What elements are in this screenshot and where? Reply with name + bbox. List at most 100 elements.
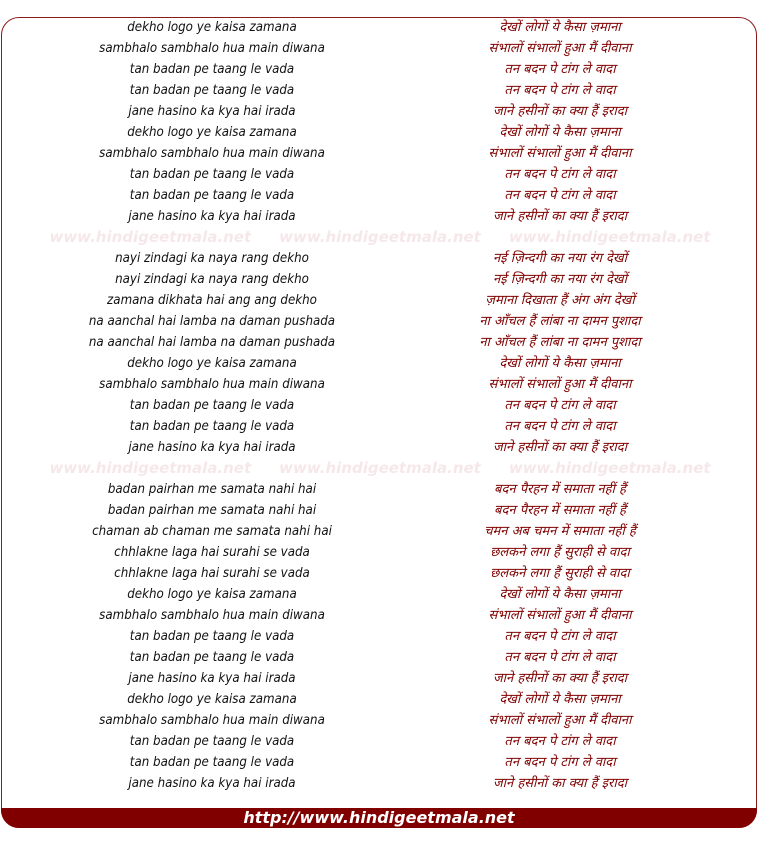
lyric-english: tan badan pe taang le vada — [129, 649, 295, 665]
watermark-item: www.hindigeetmala.net — [508, 228, 711, 246]
watermark-row: www.hindigeetmala.net www.hindigeetmala.n… — [0, 458, 760, 479]
lyric-english: dekho logo ye kaisa zamana — [127, 19, 297, 35]
lyric-line: badan pairhan me samata nahi hai बदन पैरह… — [0, 500, 760, 521]
lyric-line: zamana dikhata hai ang ang dekho ज़माना द… — [0, 290, 760, 311]
lyric-english: sambhalo sambhalo hua main diwana — [99, 376, 325, 392]
lyric-english: na aanchal hai lamba na daman pushada — [88, 334, 336, 350]
lyric-hindi: देखों लोगों ये कैसा ज़माना — [499, 356, 621, 371]
lyric-hindi: देखों लोगों ये कैसा ज़माना — [499, 20, 621, 35]
lyric-hindi: चमन अब चमन में समाता नहीं हैं — [484, 524, 636, 539]
lyric-line: jane hasino ka kya hai irada जाने हसीनों … — [0, 437, 760, 458]
lyric-line: tan badan pe taang le vada तन बदन पे टांग… — [0, 416, 760, 437]
lyric-hindi: तन बदन पे टांग ले वादा — [504, 650, 616, 665]
lyric-line: dekho logo ye kaisa zamana देखों लोगों ये… — [0, 689, 760, 710]
lyric-line: badan pairhan me samata nahi hai बदन पैरह… — [0, 479, 760, 500]
lyric-english: tan badan pe taang le vada — [129, 733, 295, 749]
footer-url-link[interactable]: http://www.hindigeetmala.net — [243, 808, 514, 827]
lyric-hindi: ना आँचल हैं लांबा ना दामन पुशादा — [479, 335, 641, 350]
lyric-line: na aanchal hai lamba na daman pushada ना … — [0, 311, 760, 332]
lyric-hindi: तन बदन पे टांग ले वादा — [504, 62, 616, 77]
lyric-hindi: तन बदन पे टांग ले वादा — [504, 419, 616, 434]
lyric-line: nayi zindagi ka naya rang dekho नई ज़िन्द… — [0, 269, 760, 290]
lyric-english: dekho logo ye kaisa zamana — [127, 355, 297, 371]
lyric-english: nayi zindagi ka naya rang dekho — [115, 250, 309, 266]
lyric-line: sambhalo sambhalo hua main diwana संभालों… — [0, 605, 760, 626]
lyric-english: jane hasino ka kya hai irada — [128, 439, 296, 455]
lyric-line: jane hasino ka kya hai irada जाने हसीनों … — [0, 668, 760, 689]
lyric-line: nayi zindagi ka naya rang dekho नई ज़िन्द… — [0, 248, 760, 269]
lyric-line: tan badan pe taang le vada तन बदन पे टांग… — [0, 59, 760, 80]
lyric-line: tan badan pe taang le vada तन बदन पे टांग… — [0, 626, 760, 647]
lyric-hindi: जाने हसीनों का क्या हैं इरादा — [493, 209, 627, 224]
lyric-english: na aanchal hai lamba na daman pushada — [88, 313, 336, 329]
lyric-hindi: ना आँचल हैं लांबा ना दामन पुशादा — [479, 314, 641, 329]
lyric-english: zamana dikhata hai ang ang dekho — [107, 292, 317, 308]
lyric-line: tan badan pe taang le vada तन बदन पे टांग… — [0, 752, 760, 773]
lyrics-container: dekho logo ye kaisa zamana देखों लोगों ये… — [0, 17, 760, 794]
lyric-hindi: संभालों संभालों हुआ मैं दीवाना — [488, 146, 632, 161]
lyric-hindi: तन बदन पे टांग ले वादा — [504, 734, 616, 749]
lyric-english: jane hasino ka kya hai irada — [128, 775, 296, 791]
lyric-line: tan badan pe taang le vada तन बदन पे टांग… — [0, 647, 760, 668]
lyric-english: sambhalo sambhalo hua main diwana — [99, 607, 325, 623]
lyric-english: tan badan pe taang le vada — [129, 754, 295, 770]
lyric-line: tan badan pe taang le vada तन बदन पे टांग… — [0, 731, 760, 752]
lyric-english: jane hasino ka kya hai irada — [128, 208, 296, 224]
lyric-hindi: देखों लोगों ये कैसा ज़माना — [499, 692, 621, 707]
lyric-english: dekho logo ye kaisa zamana — [127, 691, 297, 707]
lyric-hindi: नई ज़िन्दगी का नया रंग देखों — [493, 251, 627, 266]
lyric-english: tan badan pe taang le vada — [129, 418, 295, 434]
watermark-item: www.hindigeetmala.net — [508, 459, 711, 477]
lyric-hindi: तन बदन पे टांग ले वादा — [504, 188, 616, 203]
lyric-line: chaman ab chaman me samata nahi hai चमन अ… — [0, 521, 760, 542]
lyric-hindi: जाने हसीनों का क्या हैं इरादा — [493, 671, 627, 686]
lyric-english: jane hasino ka kya hai irada — [128, 670, 296, 686]
lyric-line: dekho logo ye kaisa zamana देखों लोगों ये… — [0, 122, 760, 143]
lyric-english: nayi zindagi ka naya rang dekho — [115, 271, 309, 287]
lyric-hindi: देखों लोगों ये कैसा ज़माना — [499, 587, 621, 602]
lyric-english: tan badan pe taang le vada — [129, 61, 295, 77]
lyric-hindi: जाने हसीनों का क्या हैं इरादा — [493, 440, 627, 455]
lyric-english: sambhalo sambhalo hua main diwana — [99, 145, 325, 161]
lyric-line: tan badan pe taang le vada तन बदन पे टांग… — [0, 185, 760, 206]
lyric-hindi: संभालों संभालों हुआ मैं दीवाना — [488, 377, 632, 392]
lyric-line: dekho logo ye kaisa zamana देखों लोगों ये… — [0, 353, 760, 374]
lyric-english: badan pairhan me samata nahi hai — [107, 481, 317, 497]
lyric-hindi: ज़माना दिखाता हैं अंग अंग देखों — [485, 293, 635, 308]
lyric-line: tan badan pe taang le vada तन बदन पे टांग… — [0, 395, 760, 416]
lyric-hindi: जाने हसीनों का क्या हैं इरादा — [493, 104, 627, 119]
watermark-item: www.hindigeetmala.net — [49, 459, 252, 477]
lyric-line: dekho logo ye kaisa zamana देखों लोगों ये… — [0, 584, 760, 605]
lyric-hindi: देखों लोगों ये कैसा ज़माना — [499, 125, 621, 140]
lyric-english: chhlakne laga hai surahi se vada — [114, 544, 310, 560]
lyric-english: tan badan pe taang le vada — [129, 166, 295, 182]
lyric-line: jane hasino ka kya hai irada जाने हसीनों … — [0, 773, 760, 794]
watermark-item: www.hindigeetmala.net — [279, 459, 481, 477]
watermark-text: www.hindigeetmala.net www.hindigeetmala.n… — [0, 458, 760, 479]
lyric-line: jane hasino ka kya hai irada जाने हसीनों … — [0, 206, 760, 227]
lyric-english: tan badan pe taang le vada — [129, 628, 295, 644]
lyric-english: jane hasino ka kya hai irada — [128, 103, 296, 119]
lyric-hindi: तन बदन पे टांग ले वादा — [504, 398, 616, 413]
lyric-hindi: तन बदन पे टांग ले वादा — [504, 83, 616, 98]
lyric-line: na aanchal hai lamba na daman pushada ना … — [0, 332, 760, 353]
lyric-english: sambhalo sambhalo hua main diwana — [99, 40, 325, 56]
watermark-row: www.hindigeetmala.net www.hindigeetmala.n… — [0, 227, 760, 248]
lyric-line: chhlakne laga hai surahi se vada छलकने लग… — [0, 563, 760, 584]
lyric-line: tan badan pe taang le vada तन बदन पे टांग… — [0, 164, 760, 185]
lyric-line: sambhalo sambhalo hua main diwana संभालों… — [0, 710, 760, 731]
lyric-english: dekho logo ye kaisa zamana — [127, 586, 297, 602]
lyric-line: dekho logo ye kaisa zamana देखों लोगों ये… — [0, 17, 760, 38]
lyric-english: sambhalo sambhalo hua main diwana — [99, 712, 325, 728]
lyric-hindi: संभालों संभालों हुआ मैं दीवाना — [488, 41, 632, 56]
lyric-english: chaman ab chaman me samata nahi hai — [92, 523, 332, 539]
lyric-hindi: जाने हसीनों का क्या हैं इरादा — [493, 776, 627, 791]
watermark-item: www.hindigeetmala.net — [49, 228, 252, 246]
lyric-hindi: तन बदन पे टांग ले वादा — [504, 755, 616, 770]
lyric-hindi: तन बदन पे टांग ले वादा — [504, 629, 616, 644]
lyric-english: chhlakne laga hai surahi se vada — [114, 565, 310, 581]
lyric-english: tan badan pe taang le vada — [129, 187, 295, 203]
lyric-hindi: संभालों संभालों हुआ मैं दीवाना — [488, 713, 632, 728]
lyric-line: jane hasino ka kya hai irada जाने हसीनों … — [0, 101, 760, 122]
lyric-english: tan badan pe taang le vada — [129, 82, 295, 98]
